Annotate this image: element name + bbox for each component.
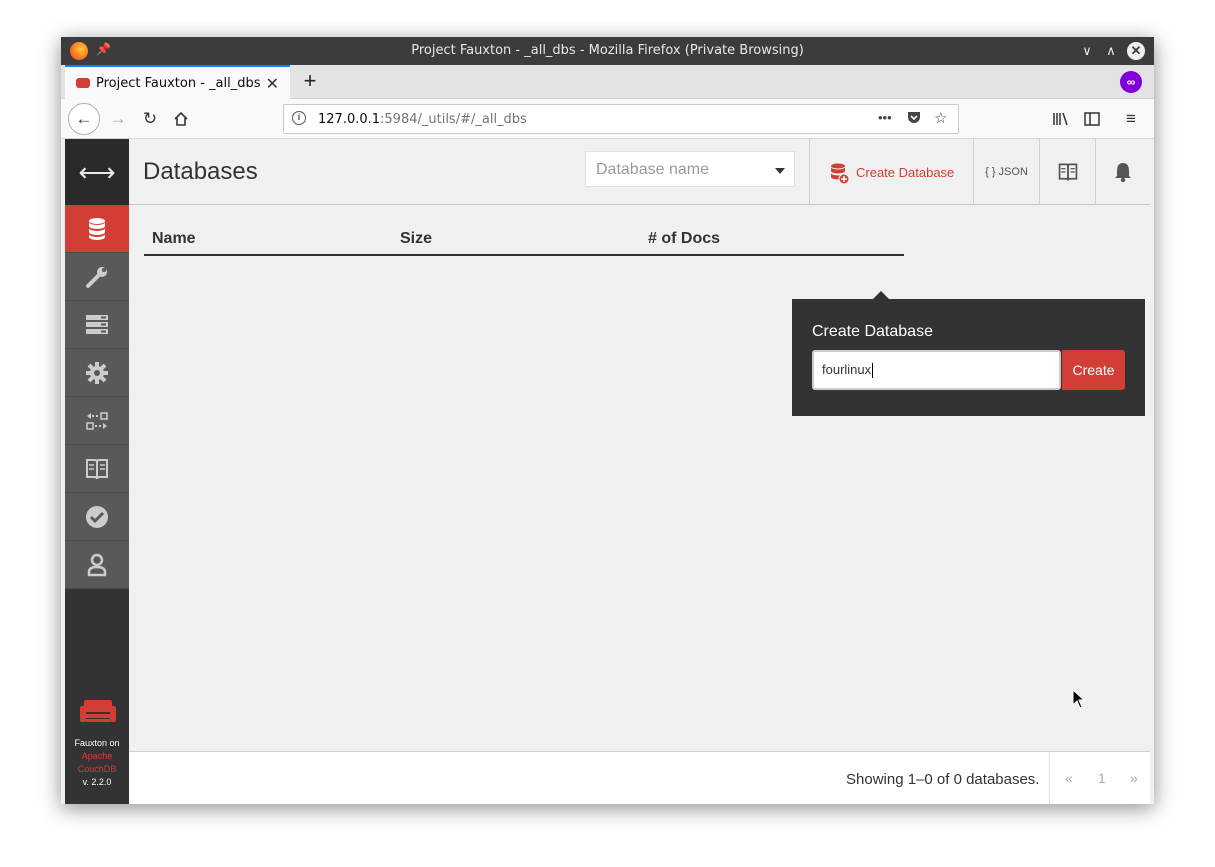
mouse-cursor-icon	[1072, 689, 1086, 709]
brand-block: Fauxton on Apache CouchDB v. 2.2.0	[65, 694, 129, 804]
sidebar-item-verify[interactable]	[65, 493, 129, 541]
browser-tab[interactable]: Project Fauxton - _all_dbs ✕	[65, 65, 290, 99]
back-button[interactable]: ←	[68, 103, 100, 135]
url-bar[interactable]: i 127.0.0.1:5984/_utils/#/_all_dbs ••• ☆	[283, 104, 959, 134]
user-icon	[87, 553, 107, 577]
sidebar-toggle-button[interactable]: ⟷	[65, 139, 129, 205]
popover-arrow	[872, 291, 890, 300]
sidebar: ⟷ Fauxton on Apache CouchDB v. 2.2.0	[65, 139, 129, 804]
title-bar: 📌 Project Fauxton - _all_dbs - Mozilla F…	[61, 37, 1154, 65]
browser-window: 📌 Project Fauxton - _all_dbs - Mozilla F…	[61, 37, 1154, 804]
notifications-button[interactable]	[1095, 139, 1150, 205]
pocket-icon[interactable]	[906, 109, 922, 129]
pagination-page-1[interactable]: 1	[1098, 770, 1106, 786]
json-label: { } JSON	[985, 166, 1028, 178]
url-text[interactable]: 127.0.0.1:5984/_utils/#/_all_dbs	[318, 112, 527, 127]
home-button[interactable]	[167, 105, 195, 133]
pagination-next[interactable]: »	[1130, 770, 1138, 786]
pagination: « 1 »	[1049, 752, 1150, 804]
home-icon	[174, 111, 188, 126]
documentation-button[interactable]	[1039, 139, 1095, 205]
popover-title: Create Database	[812, 323, 933, 340]
forward-button[interactable]: →	[104, 105, 132, 133]
column-header-size[interactable]: Size	[400, 230, 432, 248]
column-header-name[interactable]: Name	[152, 230, 196, 248]
bookmark-star-icon[interactable]: ☆	[934, 109, 947, 127]
fauxton-app: ⟷ Fauxton on Apache CouchDB v. 2.2.0 Dat…	[61, 139, 1154, 804]
column-header-docs[interactable]: # of Docs	[648, 230, 720, 248]
pagination-prev[interactable]: «	[1065, 770, 1073, 786]
reload-button[interactable]: ↻	[136, 105, 164, 133]
page-actions-icon[interactable]: •••	[878, 110, 892, 125]
gear-icon	[86, 362, 108, 384]
sidebar-item-replication[interactable]	[65, 397, 129, 445]
create-database-popover: Create Database fourlinux Create	[792, 291, 1145, 416]
brand-line-1: Fauxton on	[74, 738, 120, 748]
tab-bar: Project Fauxton - _all_dbs ✕ + ∞	[61, 65, 1154, 99]
couchdb-favicon-icon	[76, 78, 90, 88]
site-info-icon[interactable]: i	[292, 111, 306, 125]
sidebar-item-config[interactable]	[65, 349, 129, 397]
library-icon[interactable]	[1047, 105, 1075, 133]
new-tab-button[interactable]: +	[296, 68, 324, 96]
close-window-button[interactable]: ✕	[1127, 42, 1145, 60]
page-title: Databases	[143, 158, 258, 185]
database-add-icon	[831, 163, 850, 185]
sidebar-item-databases[interactable]	[65, 205, 129, 253]
sidebar-toggle-icon[interactable]	[1078, 105, 1106, 133]
sidebar-item-setup[interactable]	[65, 253, 129, 301]
footer: Showing 1–0 of 0 databases. « 1 »	[129, 751, 1150, 804]
nav-bar: ← → ↻ i 127.0.0.1:5984/_utils/#/_all_dbs…	[61, 99, 1154, 139]
pagination-count: Showing 1–0 of 0 databases.	[846, 771, 1040, 788]
sidebar-item-active-tasks[interactable]	[65, 301, 129, 349]
menu-icon[interactable]: ≡	[1117, 105, 1145, 133]
version-text: v. 2.2.0	[82, 777, 112, 787]
url-host: 127.0.0.1	[318, 112, 381, 127]
database-name-input[interactable]: fourlinux	[812, 350, 1061, 390]
bell-icon	[1115, 163, 1131, 183]
tab-close-icon[interactable]: ✕	[266, 74, 279, 94]
book-icon	[1058, 163, 1077, 181]
private-browsing-icon: ∞	[1120, 71, 1142, 93]
couchdb-logo-icon	[80, 700, 116, 722]
create-button[interactable]: Create	[1062, 350, 1125, 390]
json-button[interactable]: { } JSON	[973, 139, 1039, 205]
sidebar-item-documentation[interactable]	[65, 445, 129, 493]
wrench-icon	[86, 267, 107, 288]
create-database-button[interactable]: Create Database	[809, 139, 973, 205]
book-icon	[86, 459, 108, 480]
check-icon	[86, 506, 108, 528]
header: Databases Database name Create Database …	[129, 139, 1150, 205]
maximize-icon[interactable]: ∧	[1101, 41, 1121, 61]
database-search-input[interactable]: Database name	[585, 151, 795, 187]
minimize-icon[interactable]: ∨	[1077, 41, 1097, 61]
server-icon	[86, 315, 108, 334]
brand-line-3[interactable]: CouchDB	[65, 764, 129, 774]
window-title: Project Fauxton - _all_dbs - Mozilla Fir…	[411, 43, 804, 58]
tab-title: Project Fauxton - _all_dbs	[96, 76, 261, 91]
search-placeholder: Database name	[596, 161, 709, 178]
chevron-down-icon[interactable]	[775, 168, 785, 174]
create-database-label: Create Database	[856, 165, 955, 180]
databases-table-header: Name Size # of Docs	[144, 224, 904, 256]
replication-icon	[86, 412, 108, 430]
sidebar-item-user[interactable]	[65, 541, 129, 589]
brand-line-2[interactable]: Apache	[65, 751, 129, 761]
database-icon	[89, 218, 105, 240]
url-path: :5984/_utils/#/_all_dbs	[380, 112, 527, 127]
